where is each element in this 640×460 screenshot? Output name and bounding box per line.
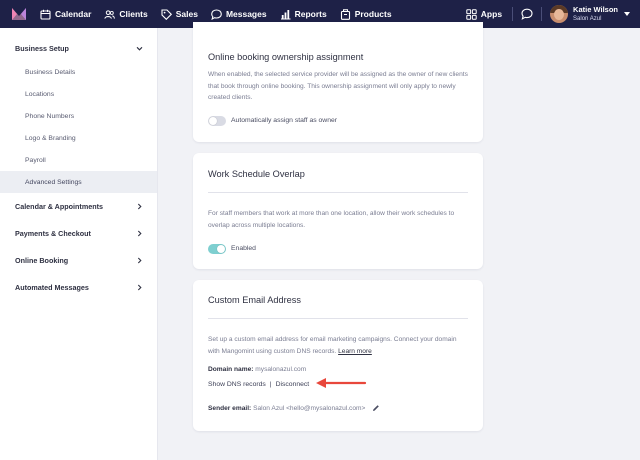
nav-clients[interactable]: Clients xyxy=(104,9,148,20)
mangomint-logo[interactable] xyxy=(12,8,26,20)
sidebar-item-label: Phone Numbers xyxy=(25,112,75,120)
sidebar-item-label: Locations xyxy=(25,90,55,98)
dns-actions: Show DNS records | Disconnect xyxy=(208,381,309,388)
messages-icon xyxy=(211,8,222,20)
chevron-right-icon xyxy=(136,257,143,264)
sidebar-item-payroll[interactable]: Payroll xyxy=(0,149,157,171)
schedule-overlap-description: For staff members that work at more than… xyxy=(208,210,455,229)
sidebar-section-label: Automated Messages xyxy=(15,283,89,292)
schedule-overlap-card: Work Schedule Overlap For staff members … xyxy=(193,153,483,269)
apps-label: Apps xyxy=(480,9,503,19)
user-business: Salon Azul xyxy=(573,15,602,22)
sidebar-item-phone-numbers[interactable]: Phone Numbers xyxy=(0,105,157,127)
sidebar-item-label: Logo & Branding xyxy=(25,134,76,142)
sidebar-section-label: Business Setup xyxy=(15,43,69,53)
ownership-toggle[interactable] xyxy=(208,116,226,126)
sender-email-value: Salon Azul <hello@mysalonazul.com> xyxy=(253,404,366,412)
schedule-overlap-toggle[interactable] xyxy=(208,244,226,254)
nav-sales-label: Sales xyxy=(175,9,198,19)
sidebar-section-label: Payments & Checkout xyxy=(15,229,91,238)
learn-more-link[interactable]: Learn more xyxy=(338,348,372,355)
nav-reports-label: Reports xyxy=(294,9,327,19)
domain-name-value: mysalonazul.com xyxy=(255,366,307,373)
ownership-card-description: When enabled, the selected service provi… xyxy=(208,71,468,101)
reports-chart-icon xyxy=(280,9,291,20)
card-divider xyxy=(208,192,468,193)
chat-bubble-icon[interactable] xyxy=(521,8,533,20)
user-menu[interactable]: Katie Wilson Salon Azul xyxy=(550,5,630,23)
user-info: Katie Wilson Salon Azul xyxy=(573,6,618,22)
red-pointer-arrow-icon xyxy=(315,376,367,390)
ownership-card-title: Online booking ownership assignment xyxy=(208,52,364,62)
chevron-right-icon xyxy=(136,230,143,237)
user-name: Katie Wilson xyxy=(573,5,618,15)
sidebar-section-calendar-appointments[interactable]: Calendar & Appointments xyxy=(0,193,157,220)
pencil-edit-icon[interactable] xyxy=(372,404,380,412)
show-dns-records-link[interactable]: Show DNS records xyxy=(208,381,266,388)
sidebar-item-business-details[interactable]: Business Details xyxy=(0,61,157,83)
calendar-icon xyxy=(40,9,51,20)
card-divider xyxy=(208,318,468,319)
nav-divider-2 xyxy=(541,7,543,21)
apps-button[interactable]: Apps xyxy=(466,8,503,20)
nav-calendar-label: Calendar xyxy=(55,9,92,19)
sidebar-section-payments-checkout[interactable]: Payments & Checkout xyxy=(0,220,157,247)
nav-reports[interactable]: Reports xyxy=(280,9,327,20)
products-box-icon xyxy=(340,8,351,20)
nav-divider xyxy=(512,7,514,21)
settings-sidebar: Business Setup Business Details Location… xyxy=(0,28,158,460)
ownership-card: Online booking ownership assignment When… xyxy=(193,22,483,142)
nav-calendar[interactable]: Calendar xyxy=(40,9,91,20)
sidebar-section-label: Online Booking xyxy=(15,256,69,265)
ownership-toggle-label: Automatically assign staff as owner xyxy=(231,117,338,124)
sidebar-section-online-booking[interactable]: Online Booking xyxy=(0,247,157,274)
sidebar-item-advanced-settings[interactable]: Advanced Settings xyxy=(0,171,157,193)
sidebar-section-label: Calendar & Appointments xyxy=(15,202,103,211)
custom-email-card: Custom Email Address Set up a custom ema… xyxy=(193,280,483,431)
custom-email-description-text: Set up a custom email address for email … xyxy=(208,336,457,355)
nav-products[interactable]: Products xyxy=(340,8,392,20)
custom-email-title: Custom Email Address xyxy=(208,295,301,305)
sidebar-item-label: Business Details xyxy=(25,68,76,76)
sidebar-section-business-setup[interactable]: Business Setup xyxy=(0,35,157,61)
nav-messages-label: Messages xyxy=(225,9,267,19)
sender-email-label: Sender email: xyxy=(208,404,252,412)
caret-down-icon xyxy=(624,12,630,16)
sidebar-section-automated-messages[interactable]: Automated Messages xyxy=(0,274,157,301)
avatar xyxy=(550,5,569,23)
nav-messages[interactable]: Messages xyxy=(211,8,267,20)
nav-clients-label: Clients xyxy=(119,9,148,19)
nav-sales[interactable]: Sales xyxy=(161,8,198,20)
sidebar-item-locations[interactable]: Locations xyxy=(0,83,157,105)
sidebar-item-label: Payroll xyxy=(25,156,46,164)
chevron-down-icon xyxy=(136,45,143,52)
apps-grid-icon xyxy=(466,8,477,20)
clients-icon xyxy=(104,9,116,20)
disconnect-link[interactable]: Disconnect xyxy=(276,381,310,388)
sender-email-field: Sender email: Salon Azul <hello@mysalona… xyxy=(208,404,380,412)
domain-name-label: Domain name: xyxy=(208,366,254,373)
action-separator: | xyxy=(269,381,272,388)
domain-name-field: Domain name: mysalonazul.com xyxy=(208,366,306,373)
sidebar-item-label: Advanced Settings xyxy=(25,178,82,186)
custom-email-description: Set up a custom email address for email … xyxy=(208,334,470,357)
schedule-overlap-title: Work Schedule Overlap xyxy=(208,169,305,179)
chevron-right-icon xyxy=(136,284,143,291)
schedule-overlap-toggle-label: Enabled xyxy=(231,245,256,252)
sidebar-item-logo-branding[interactable]: Logo & Branding xyxy=(0,127,157,149)
chevron-right-icon xyxy=(136,203,143,210)
nav-right-group: Apps Katie Wilson Salon Azul xyxy=(466,0,640,28)
sales-tag-icon xyxy=(161,8,172,20)
nav-products-label: Products xyxy=(354,9,392,19)
